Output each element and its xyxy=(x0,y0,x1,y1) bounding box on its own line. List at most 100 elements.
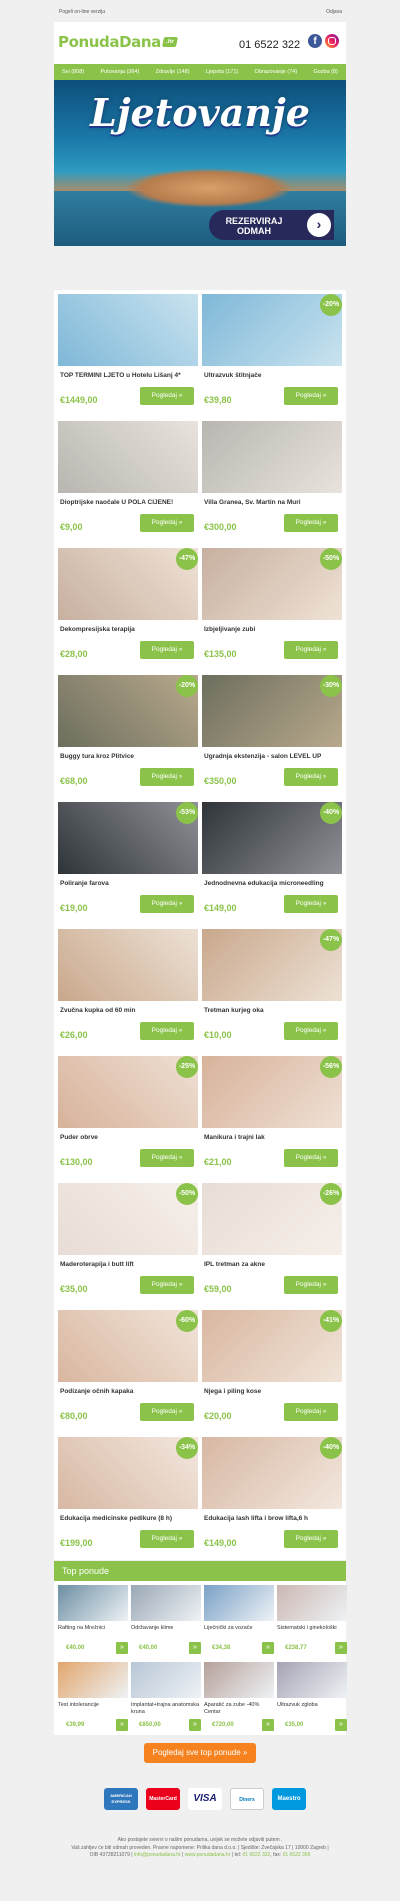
view-deal-button[interactable]: Pogledaj » xyxy=(284,1149,338,1167)
view-deal-button[interactable]: Pogledaj » xyxy=(284,1403,338,1421)
nav-item-ljepota[interactable]: Ljepota (171) xyxy=(206,69,238,75)
deal-card[interactable]: TOP TERMINI LJETO u Hotelu Lišanj 4* €144… xyxy=(58,294,198,414)
fax-link[interactable]: 01 6522 366 xyxy=(283,1852,311,1858)
web-link[interactable]: www.ponudadana.hr xyxy=(185,1852,231,1858)
top-offer-go-button[interactable]: » xyxy=(189,1719,201,1731)
deal-title[interactable]: Tretman kurjeg oka xyxy=(204,1007,342,1014)
deal-title[interactable]: Dioptrijske naočale U POLA CIJENE! xyxy=(60,499,198,506)
top-offer-item[interactable]: Liječnički za vozače €34,38 » xyxy=(204,1585,274,1657)
top-offer-title[interactable]: Održavanje klime xyxy=(131,1625,201,1632)
view-deal-button[interactable]: Pogledaj » xyxy=(284,895,338,913)
logo[interactable]: PonudaDana .hr xyxy=(58,32,178,52)
top-offer-title[interactable]: Sistematski i ginekološki xyxy=(277,1625,347,1632)
top-offer-title[interactable]: Rafting na Mrežnici xyxy=(58,1625,128,1632)
deal-title[interactable]: Edukacija lash lifta i brow lifta,6 h xyxy=(204,1515,342,1522)
top-offer-go-button[interactable]: » xyxy=(262,1642,274,1654)
deal-title[interactable]: Ultrazvuk štitnjače xyxy=(204,372,342,379)
deal-title[interactable]: Poliranje farova xyxy=(60,880,198,887)
instagram-icon[interactable] xyxy=(325,34,339,48)
top-offer-image[interactable] xyxy=(277,1662,347,1698)
view-deal-button[interactable]: Pogledaj » xyxy=(284,514,338,532)
view-deal-button[interactable]: Pogledaj » xyxy=(140,514,194,532)
deal-image[interactable] xyxy=(58,929,198,1001)
top-offer-go-button[interactable]: » xyxy=(116,1642,128,1654)
top-offer-title[interactable]: Liječnički za vozače xyxy=(204,1625,274,1632)
view-deal-button[interactable]: Pogledaj » xyxy=(284,768,338,786)
top-offer-title[interactable]: Implantat+trajna anatomska kruna xyxy=(131,1702,201,1716)
view-deal-button[interactable]: Pogledaj » xyxy=(284,387,338,405)
deal-title[interactable]: Villa Granea, Sv. Martin na Muri xyxy=(204,499,342,506)
deal-card[interactable]: -50% Maderoterapija i butt lift €35,00 Pogl… xyxy=(58,1183,198,1303)
view-deal-button[interactable]: Pogledaj » xyxy=(140,1276,194,1294)
deal-card[interactable]: Zvučna kupka od 60 min €26,00 Pogledaj » xyxy=(58,929,198,1049)
all-top-offers-button[interactable]: Pogledaj sve top ponude » xyxy=(144,1743,256,1763)
deal-card[interactable]: -34% Edukacija medicinske pedikure (8 h) €… xyxy=(58,1437,198,1557)
top-offer-image[interactable] xyxy=(58,1662,128,1698)
view-deal-button[interactable]: Pogledaj » xyxy=(284,1022,338,1040)
deal-image[interactable] xyxy=(58,294,198,366)
nav-item-gozba[interactable]: Gozba (8) xyxy=(313,69,337,75)
view-deal-button[interactable]: Pogledaj » xyxy=(284,1530,338,1548)
deal-title[interactable]: Maderoterapija i butt lift xyxy=(60,1261,198,1268)
deal-card[interactable]: -56% Manikura i trajni lak €21,00 Pogledaj … xyxy=(202,1056,342,1176)
top-offer-image[interactable] xyxy=(204,1662,274,1698)
top-offer-image[interactable] xyxy=(58,1585,128,1621)
view-deal-button[interactable]: Pogledaj » xyxy=(140,1149,194,1167)
nav-item-putovanja[interactable]: Putovanja (364) xyxy=(100,69,139,75)
phone-number[interactable]: 01 6522 322 xyxy=(239,39,300,51)
deal-card[interactable]: -25% Puder obrve €130,00 Pogledaj » xyxy=(58,1056,198,1176)
nav-item-svi[interactable]: Svi (808) xyxy=(62,69,84,75)
top-offer-image[interactable] xyxy=(131,1662,201,1698)
deal-title[interactable]: TOP TERMINI LJETO u Hotelu Lišanj 4* xyxy=(60,372,198,379)
view-deal-button[interactable]: Pogledaj » xyxy=(140,768,194,786)
view-deal-button[interactable]: Pogledaj » xyxy=(284,1276,338,1294)
deal-card[interactable]: -20% Buggy tura kroz Plitvice €68,00 Pogled… xyxy=(58,675,198,795)
deal-title[interactable]: Buggy tura kroz Plitvice xyxy=(60,753,198,760)
top-offer-title[interactable]: Test intolerancije xyxy=(58,1702,128,1709)
deal-title[interactable]: Zvučna kupka od 60 min xyxy=(60,1007,198,1014)
top-offer-go-button[interactable]: » xyxy=(335,1642,347,1654)
deal-title[interactable]: Ugradnja ekstenzija - salon LEVEL UP xyxy=(204,753,342,760)
view-deal-button[interactable]: Pogledaj » xyxy=(140,895,194,913)
deal-card[interactable]: -60% Podizanje očnih kapaka €80,00 Pogledaj… xyxy=(58,1310,198,1430)
deal-card[interactable]: -47% Tretman kurjeg oka €10,00 Pogledaj » xyxy=(202,929,342,1049)
deal-image[interactable] xyxy=(202,421,342,493)
deal-title[interactable]: Manikura i trajni lak xyxy=(204,1134,342,1141)
chevron-right-icon[interactable]: › xyxy=(307,213,331,237)
deal-card[interactable]: -20% Ultrazvuk štitnjače €39,80 Pogledaj » xyxy=(202,294,342,414)
top-offer-title[interactable]: Ultrazvuk zgloba xyxy=(277,1702,347,1709)
top-offer-item[interactable]: Aparatić za zube -40% Centar €720,00 » xyxy=(204,1662,274,1734)
top-offer-go-button[interactable]: » xyxy=(335,1719,347,1731)
view-deal-button[interactable]: Pogledaj » xyxy=(140,1022,194,1040)
top-offer-go-button[interactable]: » xyxy=(262,1719,274,1731)
top-offer-go-button[interactable]: » xyxy=(189,1642,201,1654)
view-deal-button[interactable]: Pogledaj » xyxy=(140,641,194,659)
top-offer-item[interactable]: Održavanje klime €40,00 » xyxy=(131,1585,201,1657)
deal-card[interactable]: -30% Ugradnja ekstenzija - salon LEVEL UP… xyxy=(202,675,342,795)
facebook-icon[interactable]: f xyxy=(308,34,322,48)
deal-title[interactable]: Njega i piling kose xyxy=(204,1388,342,1395)
unsubscribe-link[interactable]: Odjava xyxy=(326,9,342,15)
email-link[interactable]: info@ponudadana.hr xyxy=(134,1852,181,1858)
deal-title[interactable]: Jednodnevna edukacija microneedling xyxy=(204,880,342,887)
deal-card[interactable]: Dioptrijske naočale U POLA CIJENE! €9,00 P… xyxy=(58,421,198,541)
deal-title[interactable]: Puder obrve xyxy=(60,1134,198,1141)
deal-title[interactable]: Edukacija medicinske pedikure (8 h) xyxy=(60,1515,198,1522)
deal-title[interactable]: Podizanje očnih kapaka xyxy=(60,1388,198,1395)
view-deal-button[interactable]: Pogledaj » xyxy=(140,387,194,405)
deal-title[interactable]: IPL tretman za akne xyxy=(204,1261,342,1268)
nav-item-zdravlje[interactable]: Zdravlje (148) xyxy=(156,69,190,75)
view-deal-button[interactable]: Pogledaj » xyxy=(140,1530,194,1548)
top-offer-go-button[interactable]: » xyxy=(116,1719,128,1731)
tel-link[interactable]: 01 6522 322 xyxy=(243,1852,271,1858)
top-offer-image[interactable] xyxy=(277,1585,347,1621)
top-offer-image[interactable] xyxy=(131,1585,201,1621)
nav-item-obrazovanje[interactable]: Obrazovanje (74) xyxy=(255,69,298,75)
deal-title[interactable]: Izbjeljivanje zubi xyxy=(204,626,342,633)
top-offer-item[interactable]: Sistematski i ginekološki €238,77 » xyxy=(277,1585,347,1657)
view-deal-button[interactable]: Pogledaj » xyxy=(284,641,338,659)
deal-title[interactable]: Dekompresijska terapija xyxy=(60,626,198,633)
deal-card[interactable]: -40% Edukacija lash lifta i brow lifta,6 … xyxy=(202,1437,342,1557)
online-version-link[interactable]: Pogeli on-line verziju xyxy=(59,9,105,15)
deal-card[interactable]: -50% Izbjeljivanje zubi €135,00 Pogledaj » xyxy=(202,548,342,668)
